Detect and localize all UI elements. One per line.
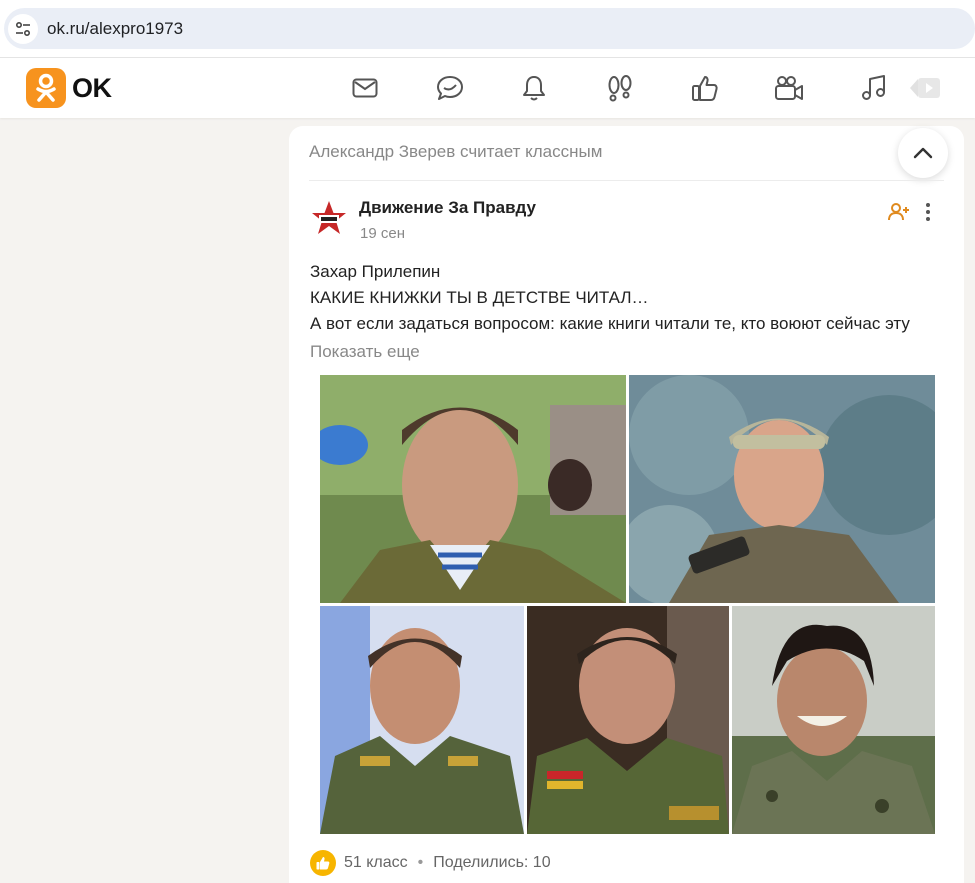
- photo-3[interactable]: [320, 606, 524, 834]
- post-title: КАКИЕ КНИЖКИ ТЫ В ДЕТСТВЕ ЧИТАЛ…: [310, 288, 649, 307]
- show-more-link[interactable]: Показать еще: [310, 342, 420, 362]
- ok-logo-icon: [26, 68, 66, 108]
- photo-collage: [320, 375, 935, 834]
- chevron-up-icon: [913, 147, 933, 159]
- ok-logo-text: OK: [72, 72, 112, 103]
- post-body: А вот если задаться вопросом: какие книг…: [310, 314, 910, 333]
- class-like-icon[interactable]: [310, 850, 336, 876]
- like-thumb-icon[interactable]: [689, 72, 721, 104]
- music-note-icon[interactable]: [858, 72, 890, 104]
- photo-2[interactable]: [629, 375, 935, 603]
- address-bar[interactable]: ok.ru/alexpro1973: [4, 8, 975, 49]
- chat-icon[interactable]: [434, 72, 466, 104]
- separator: •: [417, 854, 424, 871]
- add-friend-icon[interactable]: [887, 200, 911, 224]
- photo-4[interactable]: [527, 606, 729, 834]
- likes-count[interactable]: 51 класс: [344, 854, 408, 872]
- post-date[interactable]: 19 сен: [360, 225, 405, 242]
- shares-count[interactable]: Поделились: 10: [433, 854, 550, 872]
- group-avatar[interactable]: [310, 199, 348, 237]
- ok-logo[interactable]: OK: [26, 68, 112, 108]
- photo-5[interactable]: [732, 606, 935, 834]
- site-header: OK: [0, 58, 975, 118]
- video-camera-icon[interactable]: [773, 72, 805, 104]
- reactions-bar: 51 класс • Поделились: 10: [310, 850, 551, 876]
- mail-icon[interactable]: [349, 72, 381, 104]
- more-options-icon[interactable]: [921, 200, 935, 224]
- liked-by-text[interactable]: Александр Зверев считает классным: [309, 142, 602, 162]
- site-info-icon[interactable]: [8, 14, 38, 44]
- group-name-link[interactable]: Движение За Правду: [359, 198, 536, 218]
- browser-toolbar: ok.ru/alexpro1973: [0, 0, 975, 58]
- collapse-button[interactable]: [898, 128, 948, 178]
- post-author: Захар Прилепин: [310, 262, 441, 281]
- guests-icon[interactable]: [604, 72, 636, 104]
- photo-1[interactable]: [320, 375, 626, 603]
- divider: [309, 180, 944, 181]
- feed-card: Александр Зверев считает классным Движен…: [289, 126, 964, 883]
- video-play-icon[interactable]: [905, 72, 945, 104]
- url-text[interactable]: ok.ru/alexpro1973: [47, 19, 183, 39]
- bell-icon[interactable]: [518, 72, 550, 104]
